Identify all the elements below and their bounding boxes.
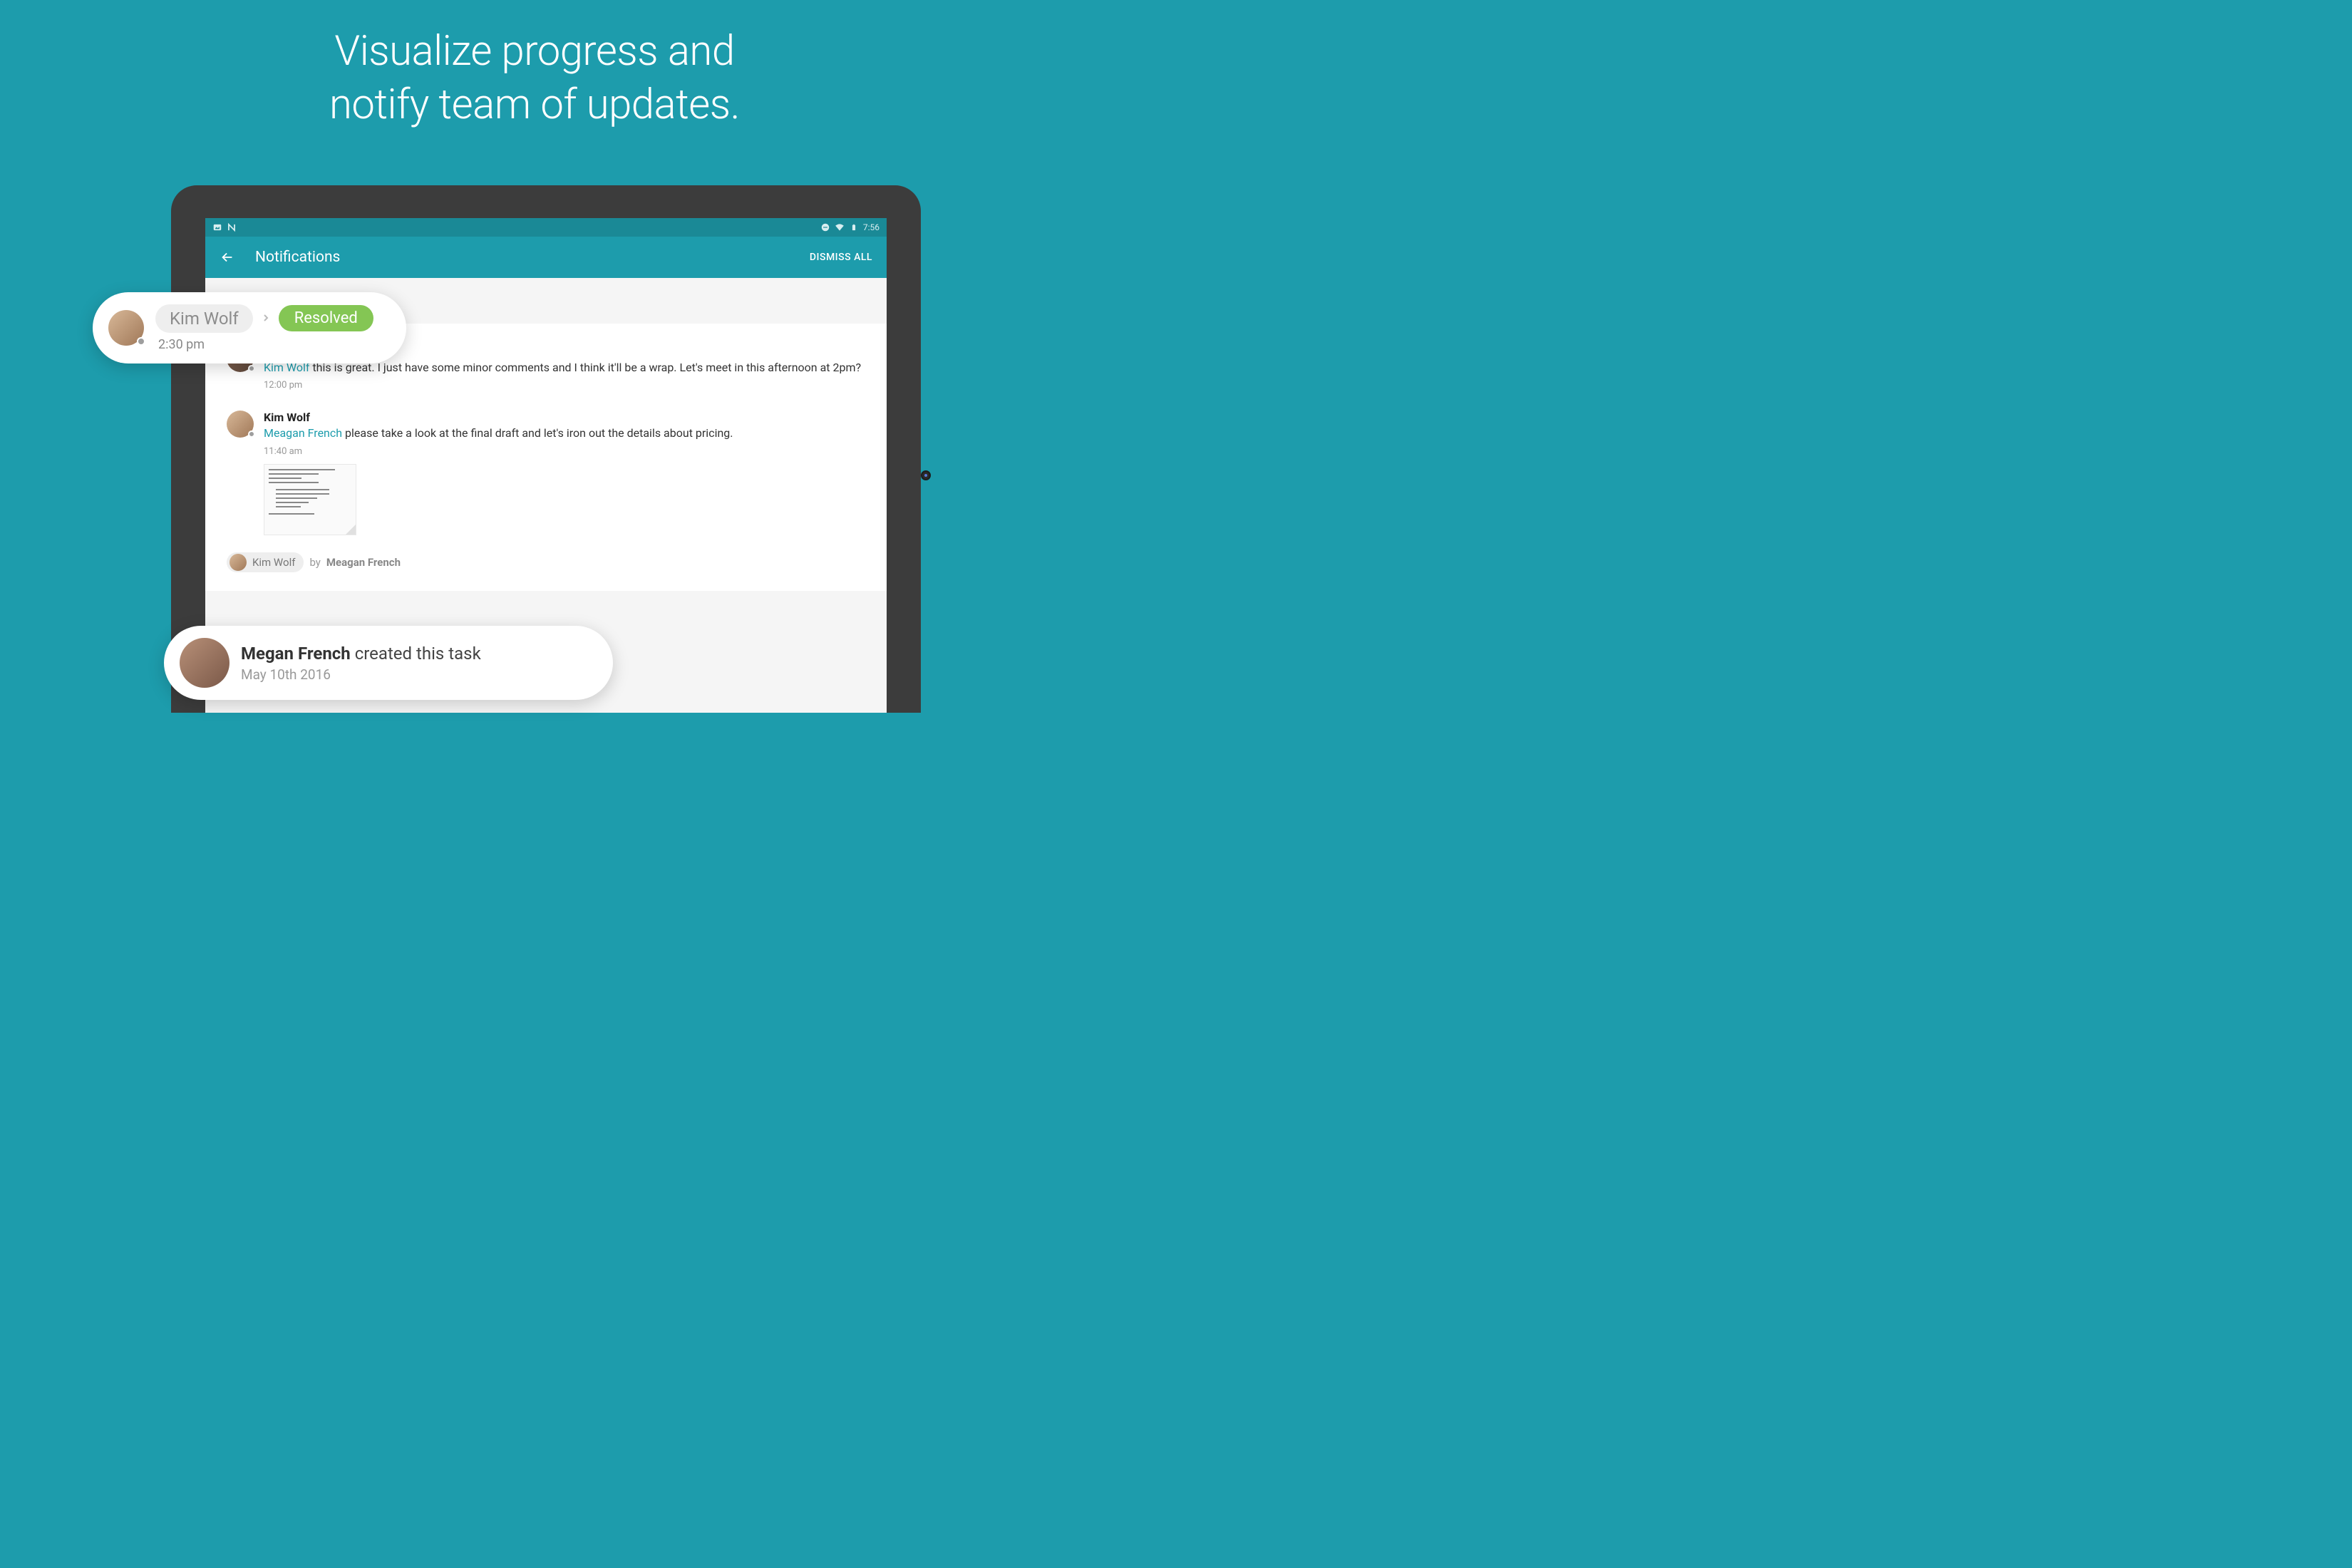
- image-icon: [212, 222, 222, 232]
- avatar[interactable]: [227, 411, 254, 438]
- avatar: [180, 638, 229, 688]
- notification-text: Meagan French please take a look at the …: [264, 425, 865, 441]
- avatar: [229, 554, 247, 571]
- callout-date: May 10th 2016: [241, 666, 592, 683]
- headline-line1: Visualize progress and: [334, 27, 734, 76]
- callout-title: Megan French created this task: [241, 644, 592, 664]
- app-bar: Notifications DISMISS ALL: [205, 237, 887, 278]
- dismiss-all-button[interactable]: DISMISS ALL: [810, 252, 872, 263]
- notification-time: 12:00 pm: [264, 380, 865, 391]
- presence-dot-icon: [248, 430, 255, 438]
- dnd-icon: [820, 222, 830, 232]
- creator-name: Megan French: [241, 644, 351, 664]
- avatar: [108, 310, 144, 346]
- presence-dot-icon: [137, 337, 145, 346]
- battery-icon: [849, 222, 859, 232]
- notification-time: 11:40 am: [264, 446, 865, 457]
- status-time: 7:56: [863, 222, 880, 232]
- notifications-panel: Meagan French Kim Wolf this is great. I …: [205, 324, 887, 591]
- presence-dot-icon: [248, 365, 255, 372]
- wifi-icon: [835, 222, 845, 232]
- tablet-camera-icon: [921, 470, 931, 480]
- task-created-callout: Megan French created this task May 10th …: [164, 626, 613, 700]
- attachment-thumbnail[interactable]: [264, 464, 356, 535]
- assigner-name: Meagan French: [326, 556, 401, 569]
- by-label: by: [309, 556, 320, 569]
- headline-line2-rest: of updates.: [531, 81, 740, 129]
- headline-line2-bold: notify team: [329, 81, 531, 129]
- assignee-pill[interactable]: Kim Wolf: [227, 552, 304, 572]
- user-pill[interactable]: Kim Wolf: [155, 304, 253, 333]
- page-title: Notifications: [255, 249, 340, 266]
- marketing-headline: Visualize progress and notify team of up…: [0, 0, 1069, 133]
- chevron-right-icon: [260, 310, 272, 327]
- notification-message: this is great. I just have some minor co…: [309, 361, 861, 374]
- status-badge: Resolved: [279, 305, 373, 331]
- callout-time: 2:30 pm: [158, 337, 385, 352]
- mention[interactable]: Meagan French: [264, 426, 342, 440]
- assignment-row[interactable]: Kim Wolf by Meagan French: [227, 548, 865, 577]
- nougat-icon: [227, 222, 237, 232]
- notification-author: Kim Wolf: [264, 411, 865, 424]
- notification-item[interactable]: Kim Wolf Meagan French please take a loo…: [227, 403, 865, 547]
- status-change-callout: Kim Wolf Resolved 2:30 pm: [93, 292, 406, 363]
- android-status-bar: 7:56: [205, 218, 887, 237]
- notification-message: please take a look at the final draft an…: [342, 426, 733, 440]
- creator-action: created this task: [351, 644, 481, 664]
- assignee-name: Kim Wolf: [252, 556, 295, 569]
- back-arrow-icon[interactable]: [220, 249, 235, 265]
